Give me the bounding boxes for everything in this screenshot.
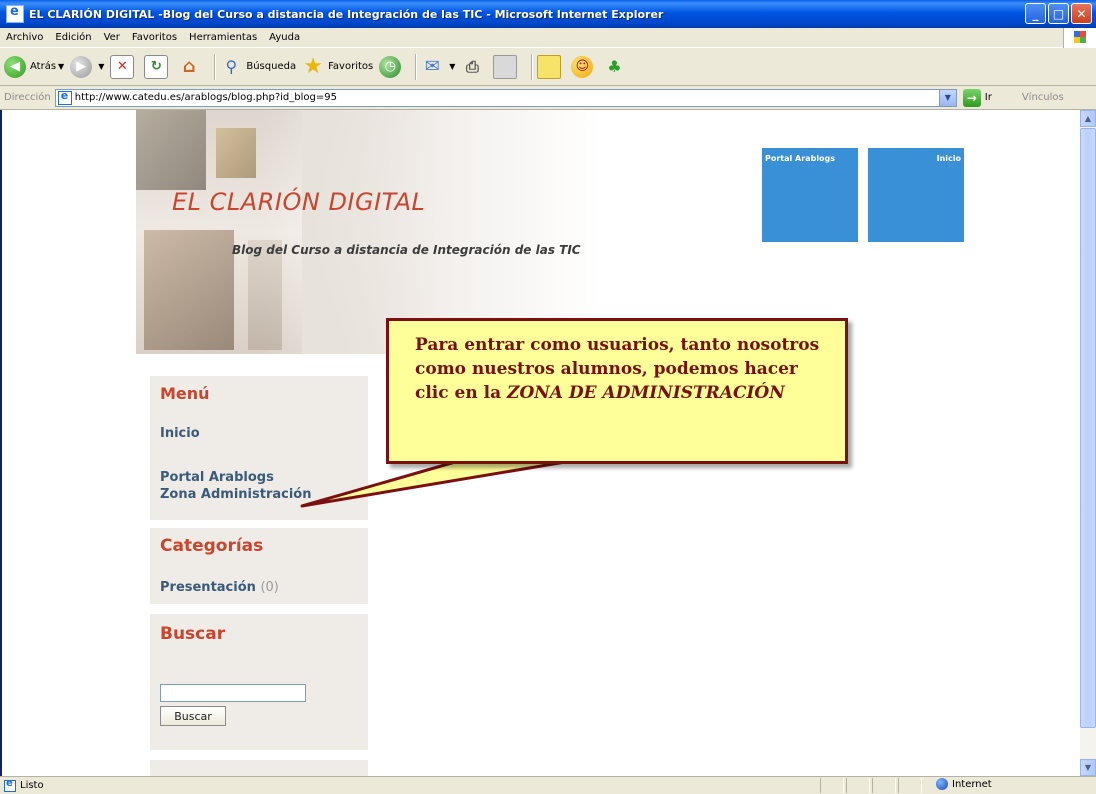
refresh-button[interactable]: ↻: [144, 52, 172, 82]
star-icon: ★: [303, 54, 323, 79]
address-url[interactable]: http://www.catedu.es/arablogs/blog.php?i…: [75, 92, 337, 103]
mail-icon: ✉: [424, 56, 440, 77]
magnifier-icon: ⚲: [225, 57, 238, 76]
note-icon: [537, 54, 562, 79]
security-zone[interactable]: Internet: [936, 778, 992, 790]
window-controls: _ □ ✕: [1025, 3, 1092, 24]
menu-edicion[interactable]: Edición: [49, 32, 97, 43]
messenger-icon: ♣: [607, 57, 622, 76]
annotation-callout: Para entrar como usuarios, tanto nosotro…: [386, 318, 848, 464]
search-button[interactable]: ⚲ Búsqueda: [220, 52, 297, 82]
back-arrow-icon: ◀: [4, 55, 26, 78]
maximize-button[interactable]: □: [1048, 3, 1069, 24]
address-input[interactable]: http://www.catedu.es/arablogs/blog.php?i…: [54, 88, 957, 107]
menu-ayuda[interactable]: Ayuda: [263, 32, 306, 43]
minimize-button[interactable]: _: [1025, 3, 1046, 24]
scroll-up-arrow-icon[interactable]: ▲: [1080, 110, 1096, 127]
history-button[interactable]: ◷: [379, 52, 405, 82]
chevron-down-icon[interactable]: ▼: [98, 62, 104, 71]
globe-icon: [936, 778, 948, 790]
menu-archivo[interactable]: Archivo: [0, 32, 49, 43]
go-arrow-icon: →: [962, 88, 981, 107]
edit-page-icon: [493, 54, 518, 79]
status-cell: [846, 778, 870, 793]
window-title-bar[interactable]: EL CLARIÓN DIGITAL -Blog del Curso a dis…: [0, 0, 1096, 28]
address-bar: Dirección http://www.catedu.es/arablogs/…: [0, 86, 1096, 110]
search-label: Búsqueda: [246, 61, 297, 72]
toolbar-separator: [531, 53, 534, 80]
window-title: EL CLARIÓN DIGITAL -Blog del Curso a dis…: [29, 7, 664, 21]
callout-emphasis: ZONA DE ADMINISTRACIÓN: [507, 383, 785, 403]
address-label: Dirección: [4, 92, 51, 103]
windows-flag-icon: [1063, 28, 1096, 48]
messenger-button[interactable]: ♣: [603, 52, 629, 82]
favorites-label: Favoritos: [328, 61, 374, 72]
smiley-icon: ☺: [571, 55, 594, 78]
close-button[interactable]: ✕: [1071, 3, 1092, 24]
status-bar: Listo Internet: [0, 776, 1096, 794]
scroll-thumb[interactable]: [1080, 128, 1096, 728]
menu-herramientas[interactable]: Herramientas: [183, 32, 263, 43]
home-button[interactable]: ⌂: [178, 52, 204, 82]
edit-button[interactable]: [493, 52, 521, 82]
back-label: Atrás: [30, 61, 57, 72]
links-label[interactable]: Vínculos: [1022, 92, 1064, 103]
chevron-down-icon[interactable]: ▼: [449, 62, 455, 71]
menu-ver[interactable]: Ver: [98, 32, 126, 43]
print-button[interactable]: ⎙: [461, 52, 487, 82]
stop-button[interactable]: ✕: [110, 52, 138, 82]
status-cell: [872, 778, 896, 793]
scroll-down-arrow-icon[interactable]: ▼: [1080, 759, 1096, 776]
ie-app-icon[interactable]: [6, 4, 24, 23]
refresh-icon: ↻: [144, 54, 169, 79]
favorites-button[interactable]: ★ Favoritos: [302, 52, 373, 82]
stop-icon: ✕: [110, 54, 135, 79]
printer-icon: ⎙: [465, 56, 479, 76]
toolbar-separator: [214, 53, 217, 80]
forward-button[interactable]: ▶ ▼: [70, 52, 104, 82]
home-icon: ⌂: [182, 56, 196, 77]
status-cell: [820, 778, 844, 793]
chevron-down-icon[interactable]: ▼: [938, 89, 956, 106]
toolbar-separator: [415, 53, 418, 80]
zone-label: Internet: [952, 778, 992, 790]
go-button[interactable]: → Ir: [962, 88, 992, 107]
page-viewport: EL CLARIÓN DIGITAL Blog del Curso a dist…: [0, 110, 1080, 776]
chevron-down-icon[interactable]: ▼: [58, 62, 64, 71]
menu-bar: Archivo Edición Ver Favoritos Herramient…: [0, 28, 1096, 48]
go-label: Ir: [984, 92, 992, 103]
mail-button[interactable]: ✉ ▼: [421, 52, 456, 82]
messenger-emoticon-button[interactable]: ☺: [571, 52, 597, 82]
menu-favoritos[interactable]: Favoritos: [126, 32, 183, 43]
status-text: Listo: [20, 780, 44, 791]
page-icon: [57, 89, 72, 105]
page-status-icon: [4, 778, 16, 792]
status-cell: [898, 778, 922, 793]
history-icon: ◷: [379, 55, 402, 78]
back-button[interactable]: ◀ Atrás ▼: [4, 52, 64, 82]
forward-arrow-icon: ▶: [70, 55, 93, 78]
standard-toolbar: ◀ Atrás ▼ ▶ ▼ ✕ ↻ ⌂ ⚲ Búsqueda ★ Favorit…: [0, 48, 1096, 86]
vertical-scrollbar[interactable]: ▲ ▼: [1080, 110, 1096, 776]
notes-button[interactable]: [537, 52, 565, 82]
